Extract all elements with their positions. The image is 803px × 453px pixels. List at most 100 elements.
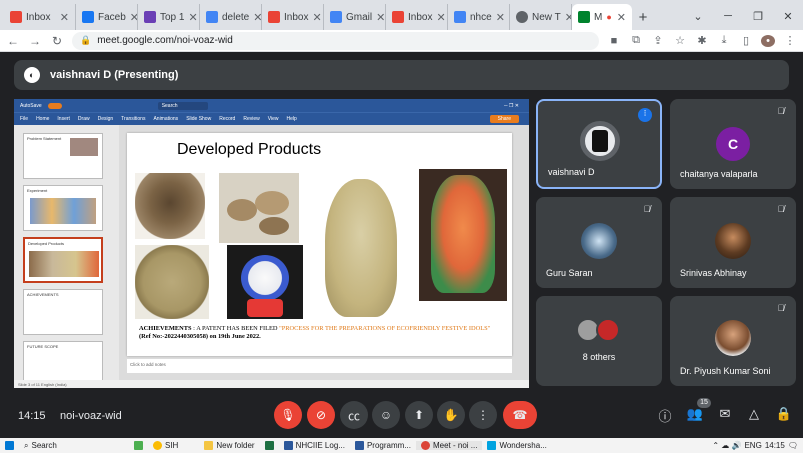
participant-tile-others[interactable]: 8 others [536,296,662,386]
participant-tile-guru[interactable]: 🎙̸ Guru Saran [536,197,662,288]
more-options-button[interactable]: ⋮ [469,401,497,429]
close-tab-icon[interactable]: ✕ [376,11,385,24]
close-tab-icon[interactable]: ✕ [436,11,445,24]
meeting-details-icon[interactable]: ⓘ [656,406,674,425]
browser-tab[interactable]: Inbox ✕ [262,4,324,30]
participant-tile-piyush[interactable]: 🎙̸ Dr. Piyush Kumar Soni [670,296,796,386]
download-icon[interactable]: ⤓ [717,34,731,47]
browser-tab[interactable]: nhce ✕ [448,4,510,30]
taskbar-item-wondershare[interactable]: Wondersha... [482,441,551,450]
close-tab-icon[interactable]: ✕ [565,11,571,24]
activities-icon[interactable]: △ [745,406,763,422]
camera-icon[interactable]: ■ [607,35,621,47]
menu-item: Design [97,116,114,122]
ppt-workspace: Problem Statement Experiment Developed P… [14,125,529,387]
taskbar-item-new-folder[interactable]: New folder [199,441,259,450]
close-tab-icon[interactable]: ✕ [312,11,321,24]
menu-item: View [267,116,279,122]
browser-tab[interactable]: Top 1 ✕ [138,4,200,30]
open-in-icon[interactable]: ⧉ [629,34,643,47]
participant-tile-srinivas[interactable]: 🎙̸ Srinivas Abhinay [670,197,796,288]
omnibox[interactable]: 🔒 meet.google.com/noi-voaz-wid [72,31,599,50]
lock-icon[interactable]: 🔒 [80,35,91,46]
tray-icons[interactable]: ⌃ ☁ 🔊 [712,441,741,450]
participant-tile-vaishnavi[interactable]: ⁝ vaishnavi D [536,99,662,189]
browser-tab[interactable]: New T✕ [510,4,572,30]
taskbar-clock[interactable]: 14:15 [765,441,785,450]
browser-tab[interactable]: Inbox ✕ [386,4,448,30]
autosave-label: AutoSave [20,102,42,109]
mic-muted-icon: 🎙̸ [777,303,785,313]
url-text[interactable]: meet.google.com/noi-voaz-wid [97,35,233,46]
menu-item: Review [243,116,260,122]
close-tab-icon[interactable]: ✕ [130,11,137,24]
participant-tile-chaitanya[interactable]: C 🎙̸ chaitanya valaparla [670,99,796,189]
language-indicator[interactable]: ENG [744,441,761,450]
participant-avatar [715,223,751,259]
side-panel-icon[interactable]: ▯ [739,34,753,47]
mic-off-button[interactable]: 🎙 [274,401,302,429]
extensions-icon[interactable]: ✱ [695,34,709,47]
close-window-icon[interactable]: ✕ [773,10,803,23]
reload-icon[interactable]: ↻ [50,34,64,48]
restore-icon[interactable]: ❐ [743,10,773,23]
slide-thumbnail: Problem Statement [23,133,103,179]
chrome-icon [153,441,162,450]
slide-thumbnail: Experiment [23,185,103,231]
share-icon[interactable]: ⇪ [651,34,665,47]
forward-icon[interactable]: → [28,34,42,48]
window-controls: ⌄ ─ ❐ ✕ [683,2,803,30]
back-icon[interactable]: ← [6,34,20,48]
browser-tab[interactable]: delete ✕ [200,4,262,30]
thumb-image [30,198,96,224]
browser-tab[interactable]: Inbox ✕ [4,4,76,30]
taskbar-item-sih[interactable]: SIH [148,441,183,450]
windows-start-icon[interactable] [0,441,19,450]
browser-tab[interactable]: Gmail ✕ [324,4,386,30]
mic-muted-icon: 🎙̸ [777,204,785,214]
close-tab-icon[interactable]: ✕ [617,11,626,24]
gmail-icon [268,11,280,23]
close-tab-icon[interactable]: ✕ [253,11,261,24]
word-icon [354,441,364,450]
taskbar-item-meet[interactable]: Meet - noi ... [415,441,483,450]
notifications-icon[interactable]: 🗨 [788,441,798,450]
browser-tab[interactable]: Faceb✕ [76,4,138,30]
camera-off-button[interactable]: ⊘ [307,401,335,429]
new-tab-favicon-icon [516,11,528,23]
raise-hand-button[interactable]: ✋ [437,401,465,429]
participant-name: 8 others [582,352,616,362]
taskbar-item-nhciie[interactable]: NHCIIE Log... [279,441,350,450]
menu-item: Help [286,116,297,122]
browser-tab-active[interactable]: M ● ✕ [572,4,632,30]
slide-thumbnail: ACHIEVEMENTS [23,289,103,335]
tab-search-icon[interactable]: ⌄ [683,10,713,23]
bookmark-star-icon[interactable]: ☆ [673,34,687,47]
menu-item: Draw [77,116,90,122]
achievements-text: ACHIEVEMENTS : A PATENT HAS BEEN FILED "… [139,325,491,341]
taskbar-excel[interactable] [260,441,279,450]
menu-item: Home [36,116,50,122]
minimize-icon[interactable]: ─ [713,10,743,22]
cartoon-figure-photo [227,245,303,319]
meet-controls-bar: 14:15 noi-voaz-wid 🎙 ⊘ ㏄ ☺ ⬆ ✋ ⋮ ☎ ⓘ 👥 1… [0,394,803,438]
leave-call-button[interactable]: ☎ [503,401,537,429]
ppt-title-bar: AutoSave Search ─ ❐ ✕ [14,99,529,112]
participant-avatar [715,320,751,356]
more-menu-icon[interactable]: ⋮ [783,34,797,47]
profile-avatar[interactable]: • [761,34,775,47]
new-tab-button[interactable]: + [632,4,654,30]
present-screen-button[interactable]: ⬆ [405,401,433,429]
host-controls-icon[interactable]: 🔒 [775,406,793,422]
people-icon[interactable]: 👥 [686,406,704,422]
chat-icon[interactable]: ✉ [716,406,734,422]
close-tab-icon[interactable]: ✕ [188,11,197,24]
presentation-stage: AutoSave Search ─ ❐ ✕ File Home Insert D… [14,99,529,388]
emoji-button[interactable]: ☺ [372,401,400,429]
taskbar-item-programm[interactable]: Programm... [350,441,416,450]
close-tab-icon[interactable]: ✕ [60,11,69,24]
captions-button[interactable]: ㏄ [340,401,368,429]
taskbar-search[interactable]: ⌕ Search [19,441,129,451]
widgets-icon[interactable] [129,441,148,450]
close-tab-icon[interactable]: ✕ [496,11,505,24]
